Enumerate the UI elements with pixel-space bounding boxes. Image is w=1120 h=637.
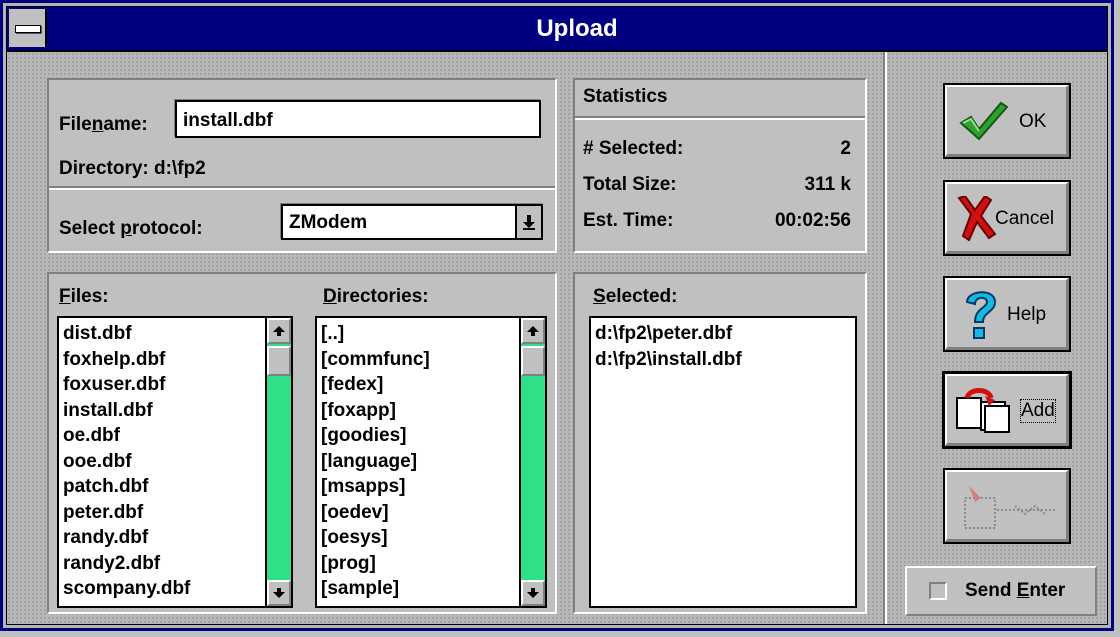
list-item[interactable]: install.dbf	[63, 398, 265, 424]
list-item[interactable]: [oedev]	[321, 500, 519, 526]
list-item[interactable]: scompany.dbf	[63, 576, 265, 602]
selected-label: Selected:	[593, 286, 678, 307]
stat-value-size: 311 k	[804, 174, 852, 195]
upload-dialog: Upload Filename: install.dbf Directory: …	[0, 0, 1114, 631]
checkbox-box[interactable]	[929, 582, 947, 600]
arrow-up-icon	[527, 326, 539, 336]
browse-panel: Files: dist.dbf foxhelp.dbf foxuser.dbf …	[47, 272, 557, 614]
files-label: Files:	[59, 286, 109, 307]
send-enter-checkbox[interactable]: Send Enter	[905, 566, 1097, 616]
list-item[interactable]: [commfunc]	[321, 347, 519, 373]
list-item[interactable]: patch.dbf	[63, 474, 265, 500]
file-info-panel: Filename: install.dbf Directory: d:\fp2 …	[47, 78, 557, 253]
checkmark-icon	[959, 101, 1009, 141]
scroll-down-button[interactable]	[521, 580, 545, 606]
arrow-down-icon	[527, 588, 539, 598]
title-bar[interactable]: Upload	[7, 7, 1107, 52]
list-item[interactable]: dist.dbf	[63, 321, 265, 347]
files-list: dist.dbf foxhelp.dbf foxuser.dbf install…	[63, 321, 265, 602]
selected-panel: Selected: d:\fp2\peter.dbf d:\fp2\instal…	[573, 272, 867, 614]
protocol-label: Select protocol:	[59, 218, 203, 239]
directory-value: d:\fp2	[154, 158, 206, 179]
statistics-panel: Statistics # Selected: 2 Total Size: 311…	[573, 78, 867, 253]
dropdown-arrow-icon	[523, 215, 535, 230]
system-menu-button[interactable]	[9, 9, 47, 47]
directory-label: Directory: d:\fp2	[59, 158, 206, 179]
scroll-up-button[interactable]	[521, 318, 545, 344]
arrow-down-icon	[273, 588, 285, 598]
list-item[interactable]: [foxapp]	[321, 398, 519, 424]
directories-listbox[interactable]: [..] [commfunc] [fedex] [foxapp] [goodie…	[315, 316, 547, 608]
list-item[interactable]: d:\fp2\peter.dbf	[595, 321, 851, 347]
protocol-select[interactable]: ZModem	[281, 204, 543, 240]
cancel-button[interactable]: Cancel	[943, 180, 1071, 256]
dialog-frame: Upload Filename: install.dbf Directory: …	[6, 6, 1108, 625]
scroll-thumb[interactable]	[267, 346, 291, 376]
scroll-down-button[interactable]	[267, 580, 291, 606]
list-item[interactable]: [oesys]	[321, 525, 519, 551]
list-item[interactable]: [sample]	[321, 576, 519, 602]
files-scrollbar[interactable]	[265, 318, 291, 606]
arrow-up-icon	[273, 326, 285, 336]
system-menu-icon	[15, 25, 41, 33]
list-item[interactable]: [goodies]	[321, 423, 519, 449]
directories-label: Directories:	[323, 286, 429, 307]
directories-list: [..] [commfunc] [fedex] [foxapp] [goodie…	[321, 321, 519, 602]
selected-list: d:\fp2\peter.dbf d:\fp2\install.dbf	[595, 321, 851, 372]
help-button[interactable]: Help	[943, 276, 1071, 352]
stat-label-time: Est. Time:	[583, 210, 674, 231]
panel-divider	[49, 186, 555, 190]
filename-label: Filename:	[59, 114, 148, 135]
list-item[interactable]: [msapps]	[321, 474, 519, 500]
list-item[interactable]: foxuser.dbf	[63, 372, 265, 398]
ok-label: OK	[1019, 111, 1047, 132]
button-column-separator	[883, 52, 887, 624]
send-enter-label: Send Enter	[965, 580, 1066, 601]
window-title: Upload	[536, 15, 618, 42]
list-item[interactable]: randy2.dbf	[63, 551, 265, 577]
protocol-value: ZModem	[289, 212, 368, 233]
dropdown-arrow-button[interactable]	[515, 206, 541, 238]
red-x-icon	[957, 196, 997, 242]
list-item[interactable]: [language]	[321, 449, 519, 475]
add-label: Add	[1020, 399, 1056, 423]
list-item[interactable]: d:\fp2\install.dbf	[595, 347, 851, 373]
statistics-divider	[575, 116, 865, 120]
filename-input[interactable]: install.dbf	[175, 100, 541, 138]
scroll-up-button[interactable]	[267, 318, 291, 344]
files-listbox[interactable]: dist.dbf foxhelp.dbf foxuser.dbf install…	[57, 316, 293, 608]
cancel-label: Cancel	[995, 208, 1055, 229]
list-item[interactable]: [prog]	[321, 551, 519, 577]
copy-pages-icon	[956, 388, 1010, 433]
stat-label-selected: # Selected:	[583, 138, 684, 159]
stat-value-selected: 2	[840, 138, 851, 159]
remove-button-disabled	[943, 468, 1071, 544]
list-item[interactable]: foxhelp.dbf	[63, 347, 265, 373]
list-item[interactable]: ooe.dbf	[63, 449, 265, 475]
ok-button[interactable]: OK	[943, 83, 1071, 159]
stat-label-size: Total Size:	[583, 174, 677, 195]
scroll-thumb[interactable]	[521, 346, 545, 376]
statistics-title: Statistics	[583, 86, 668, 107]
list-item[interactable]: oe.dbf	[63, 423, 265, 449]
dialog-client-area: Filename: install.dbf Directory: d:\fp2 …	[7, 52, 1107, 624]
list-item[interactable]: randy.dbf	[63, 525, 265, 551]
remove-disabled-icon	[964, 486, 1055, 529]
directories-scrollbar[interactable]	[519, 318, 545, 606]
list-item[interactable]: [fedex]	[321, 372, 519, 398]
list-item[interactable]: [..]	[321, 321, 519, 347]
list-item[interactable]: peter.dbf	[63, 500, 265, 526]
add-button[interactable]: Add	[942, 371, 1072, 449]
help-label: Help	[1007, 304, 1047, 325]
stat-value-time: 00:02:56	[774, 210, 851, 231]
selected-listbox[interactable]: d:\fp2\peter.dbf d:\fp2\install.dbf	[589, 316, 857, 608]
filename-value: install.dbf	[183, 110, 273, 131]
question-mark-icon	[965, 291, 997, 339]
